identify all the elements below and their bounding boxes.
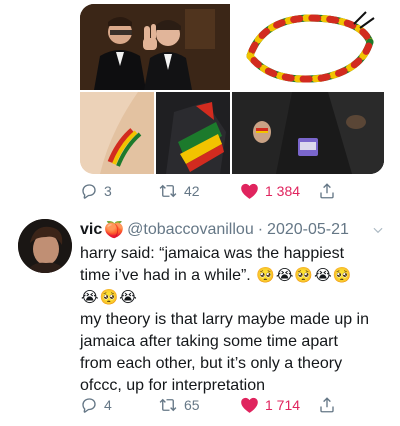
emoji-pleading: 🥺 — [99, 289, 119, 306]
like-count: 1 384 — [265, 183, 301, 199]
like-button[interactable]: 1 384 — [240, 181, 300, 201]
avatar-image — [18, 219, 72, 273]
emoji-sob: 😭 — [81, 289, 99, 306]
photo-wrist-detail-art — [80, 92, 154, 174]
share-icon — [320, 397, 334, 413]
tweet-paragraph-line: ofccc, up for interpretation — [80, 377, 265, 394]
photo-two-men-art — [80, 4, 230, 90]
reply-count: 3 — [104, 183, 112, 199]
tweet2-actions: 4 65 1 714 — [80, 395, 380, 415]
emoji-pleading: 🥺 — [256, 267, 275, 284]
tweet-line-1: harry said: “jamaica was the happiest — [80, 245, 345, 262]
user-handle[interactable]: @tobaccovanillou — [127, 221, 254, 239]
reply-button[interactable]: 4 — [80, 395, 112, 415]
heart-filled-icon — [241, 397, 258, 413]
reply-count: 4 — [104, 397, 112, 413]
retweet-button[interactable]: 65 — [158, 395, 200, 415]
reply-icon — [82, 398, 96, 413]
separator-dot: · — [257, 221, 264, 238]
tweet-line-2-text: time i’ve had in a while”. — [80, 267, 251, 284]
retweet-icon — [159, 184, 177, 198]
tweet-paragraph-line: jamaica after taking some time apart — [80, 333, 338, 350]
reply-button[interactable]: 3 — [80, 181, 112, 201]
photo-rasta-bracelet-art — [232, 4, 384, 90]
like-button[interactable]: 1 714 — [240, 395, 300, 415]
retweet-button[interactable]: 42 — [158, 181, 200, 201]
share-icon — [320, 183, 334, 199]
retweet-count: 65 — [184, 397, 200, 413]
tweet-paragraph-line: from each other, but it’s only a theory — [80, 355, 343, 372]
retweet-icon — [159, 398, 177, 412]
heart-filled-icon — [241, 183, 258, 199]
photo-rasta-shirt[interactable] — [156, 92, 230, 174]
retweet-count: 42 — [184, 183, 200, 199]
share-button[interactable] — [318, 395, 336, 415]
peach-emoji: 🍑 — [104, 222, 125, 239]
like-count: 1 714 — [265, 397, 301, 413]
emoji-sob: 😭 — [314, 267, 332, 284]
photo-hand-bracelet-art — [232, 92, 384, 174]
tweet-line-2: time i’ve had in a while”. 🥺😭🥺😭🥺 — [80, 265, 385, 287]
tweet1-actions: 3 42 1 384 — [80, 181, 380, 201]
share-button[interactable] — [318, 181, 336, 201]
photo-wrist-detail[interactable] — [80, 92, 154, 174]
tweet-date[interactable]: 2020-05-21 — [267, 221, 349, 239]
emoji-sob: 😭 — [119, 289, 137, 306]
tweet-emoji-row: 😭🥺😭 — [80, 287, 385, 309]
photo-two-men[interactable] — [80, 4, 230, 90]
display-name[interactable]: vic — [80, 221, 102, 239]
tweet-text: harry said: “jamaica was the happiest ti… — [80, 243, 385, 397]
media-grid[interactable] — [80, 4, 384, 174]
tweet-header: vic 🍑 @tobaccovanillou · 2020-05-21 — [80, 219, 385, 241]
photo-rasta-shirt-art — [156, 92, 230, 174]
photo-rasta-bracelet[interactable] — [232, 4, 384, 90]
emoji-pleading: 🥺 — [294, 267, 314, 284]
reply-icon — [82, 184, 96, 199]
emoji-pleading: 🥺 — [332, 267, 352, 284]
emoji-sob: 😭 — [275, 267, 294, 284]
chevron-down-icon[interactable] — [371, 223, 385, 237]
avatar[interactable] — [18, 219, 72, 273]
tweet-paragraph-line: my theory is that larry maybe made up in — [80, 311, 370, 328]
photo-hand-bracelet[interactable] — [232, 92, 384, 174]
